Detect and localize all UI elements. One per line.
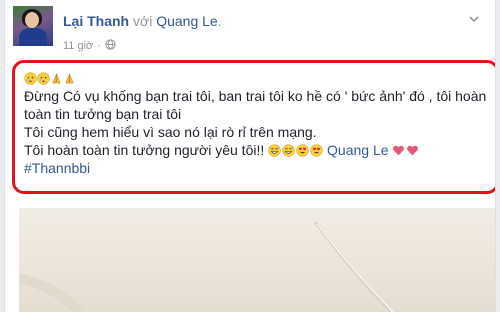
post-line-3: Tôi cũng hem hiểu vì sao nó lại rò rỉ tr… [24,124,317,140]
chevron-down-icon[interactable] [467,12,481,26]
post-timestamp[interactable]: 11 giờ [63,40,93,52]
with-label: với [133,13,153,29]
post-line-4-text: Tôi hoàn toàn tin tưởng người yêu tôi!! [24,142,265,158]
red-heart-emoji [393,145,405,156]
line-4-hearts [392,144,419,157]
folded-hands-emoji [65,73,74,83]
grinning-sweat-emoji [282,144,295,157]
avatar-dress [19,28,47,46]
post-card: Lại Thanh với Quang Le. 11 giờ · Đừng Có… [4,0,496,312]
white-cry-face-emoji [24,71,37,85]
author-name-link[interactable]: Lại Thanh [63,13,129,29]
post-photo[interactable] [19,208,495,312]
post-meta: 11 giờ · [63,39,116,53]
post-line-1: Đừng Có vụ khống bạn trai tôi, ban trai … [24,88,487,104]
white-cry-face-emoji [37,71,50,85]
post-header: Lại Thanh với Quang Le. [63,13,222,29]
post-text: Đừng Có vụ khống bạn trai tôi, ban trai … [24,68,490,177]
post-line-hashtag: #Thannbbi [24,159,490,177]
hashtag-link[interactable]: #Thannbbi [24,160,90,176]
avatar-face [25,12,39,28]
heart-eyes-emoji [296,144,309,157]
header-period: . [217,13,222,29]
red-heart-emoji [407,145,419,156]
photo-texture [19,221,394,312]
emoji-row-top [24,70,490,86]
grinning-sweat-emoji [268,144,281,157]
post-line-4: Tôi hoàn toàn tin tưởng người yêu tôi!! … [24,141,490,159]
mention-link[interactable]: Quang Le [327,142,389,158]
author-avatar[interactable] [13,6,53,46]
post-line-2: toàn tin tưởng bạn trai tôi [24,106,182,122]
highlighted-post-text-box: Đừng Có vụ khống bạn trai tôi, ban trai … [12,60,495,194]
globe-icon[interactable] [105,39,116,53]
heart-eyes-emoji [310,144,323,157]
line-4-emojis [268,144,323,157]
tagged-friend-link[interactable]: Quang Le [156,13,218,29]
folded-hands-emoji [52,73,61,83]
meta-separator: · [97,40,101,52]
